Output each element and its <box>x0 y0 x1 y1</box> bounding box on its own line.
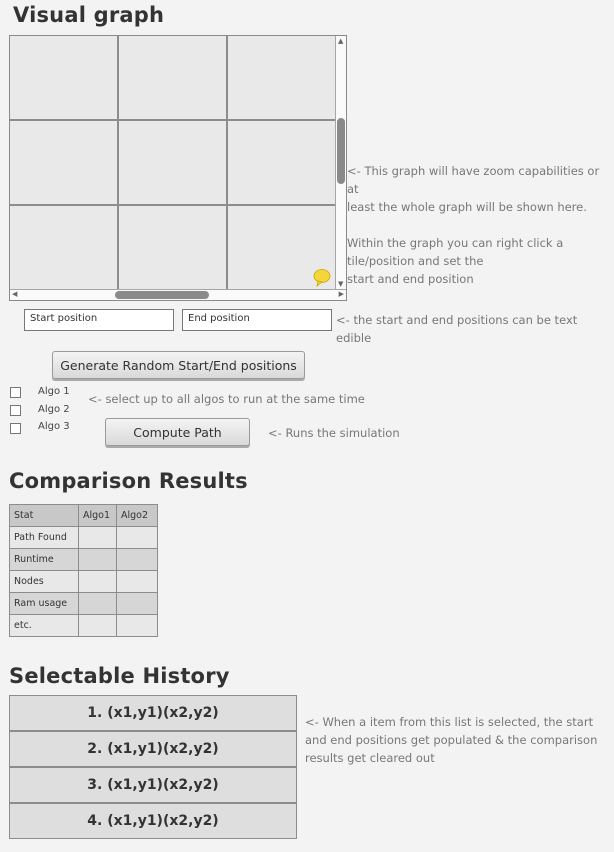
algo1-checkbox[interactable] <box>10 387 21 398</box>
compute-note: <- Runs the simulation <box>268 426 400 440</box>
compute-path-button[interactable]: Compute Path <box>105 418 250 446</box>
algo2-checkbox[interactable] <box>10 405 21 416</box>
table-cell <box>78 614 117 637</box>
history-note: <- When a item from this list is selecte… <box>305 713 605 767</box>
table-header-cell: Stat <box>9 504 79 527</box>
visual-graph-canvas[interactable]: ▲ ▼ ◀ ▶ <box>9 35 347 301</box>
comparison-results-title: Comparison Results <box>9 469 248 493</box>
history-item[interactable]: 3. (x1,y1)(x2,y2) <box>9 767 297 803</box>
table-row: Ram usage <box>9 592 158 615</box>
visual-graph-title: Visual graph <box>13 3 165 27</box>
history-item[interactable]: 1. (x1,y1)(x2,y2) <box>9 695 297 731</box>
comparison-results-table: Stat Algo1 Algo2 Path Found Runtime Node… <box>9 504 158 637</box>
table-cell <box>78 592 117 615</box>
table-stat-cell: Nodes <box>9 570 79 593</box>
horizontal-scroll-thumb[interactable] <box>115 291 209 299</box>
algo3-label: Algo 3 <box>38 421 70 432</box>
grid-tile[interactable] <box>10 36 119 121</box>
positions-note: <- the start and end positions can be te… <box>336 313 578 345</box>
table-header-cell: Algo2 <box>116 504 158 527</box>
table-stat-cell: Ram usage <box>9 592 79 615</box>
history-item[interactable]: 2. (x1,y1)(x2,y2) <box>9 731 297 767</box>
selectable-history-title: Selectable History <box>9 664 230 688</box>
grid-tile[interactable] <box>119 206 228 290</box>
table-cell <box>78 570 117 593</box>
table-row: Path Found <box>9 526 158 549</box>
algo3-checkbox[interactable] <box>10 423 21 434</box>
vertical-scroll-thumb[interactable] <box>337 118 345 184</box>
note-line: tile/position and set the <box>347 254 484 268</box>
note-line: start and end position <box>347 272 474 286</box>
table-cell <box>116 614 158 637</box>
algos-note: <- select up to all algos to run at the … <box>88 392 365 406</box>
scroll-down-icon[interactable]: ▼ <box>338 281 343 288</box>
scroll-left-icon[interactable]: ◀ <box>12 291 17 298</box>
scroll-right-icon[interactable]: ▶ <box>339 291 344 298</box>
table-cell <box>116 526 158 549</box>
grid-tile[interactable] <box>228 121 335 206</box>
table-header-cell: Algo1 <box>78 504 117 527</box>
speech-bubble-icon <box>313 269 331 287</box>
grid-tile[interactable] <box>119 36 228 121</box>
table-stat-cell: Path Found <box>9 526 79 549</box>
algo1-label: Algo 1 <box>38 386 70 397</box>
note-line: <- When a item from this list is selecte… <box>305 715 594 729</box>
generate-random-positions-button[interactable]: Generate Random Start/End positions <box>52 351 305 379</box>
table-cell <box>116 570 158 593</box>
horizontal-scrollbar[interactable]: ◀ ▶ <box>10 289 346 300</box>
vertical-scrollbar[interactable]: ▲ ▼ <box>335 36 346 290</box>
algo2-label: Algo 2 <box>38 404 70 415</box>
note-line: results get cleared out <box>305 751 435 765</box>
grid-tile[interactable] <box>10 206 119 290</box>
grid-tile[interactable] <box>228 36 335 121</box>
table-cell <box>78 548 117 571</box>
note-line: <- This graph will have zoom capabilitie… <box>347 164 600 196</box>
table-row: Nodes <box>9 570 158 593</box>
note-line: Within the graph you can right click a <box>347 236 564 250</box>
grid-tile[interactable] <box>119 121 228 206</box>
start-position-field[interactable]: Start position <box>24 309 174 331</box>
table-row: Runtime <box>9 548 158 571</box>
end-position-field[interactable]: End position <box>182 309 332 331</box>
grid-tile[interactable] <box>10 121 119 206</box>
table-cell <box>116 548 158 571</box>
table-cell <box>78 526 117 549</box>
table-cell <box>116 592 158 615</box>
graph-tile-grid[interactable] <box>10 36 335 290</box>
history-item[interactable]: 4. (x1,y1)(x2,y2) <box>9 803 297 839</box>
note-line: least the whole graph will be shown here… <box>347 200 587 214</box>
note-line <box>347 216 612 234</box>
scroll-up-icon[interactable]: ▲ <box>338 38 343 45</box>
table-row: etc. <box>9 614 158 637</box>
table-stat-cell: etc. <box>9 614 79 637</box>
table-stat-cell: Runtime <box>9 548 79 571</box>
note-line: and end positions get populated & the co… <box>305 733 598 747</box>
table-header-row: Stat Algo1 Algo2 <box>9 504 158 527</box>
visual-graph-note: <- This graph will have zoom capabilitie… <box>347 162 612 288</box>
